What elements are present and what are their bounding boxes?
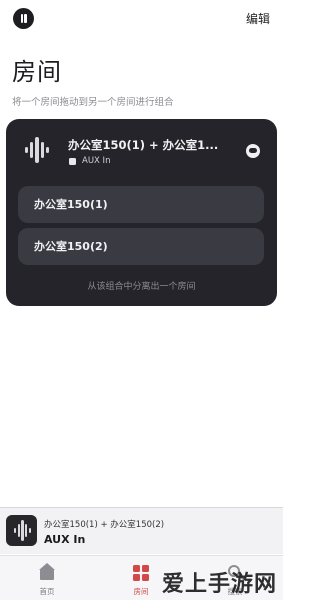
- ungroup-hint: 从该组合中分离出一个房间: [87, 282, 196, 292]
- room-item[interactable]: 办公室150(1): [18, 186, 264, 223]
- page-subtitle: 将一个房间拖动到另一个房间进行组合: [12, 97, 174, 108]
- pause-icon[interactable]: [13, 8, 34, 29]
- watermark: 爱上手游网: [161, 572, 277, 597]
- rooms-grid-icon: [132, 565, 150, 581]
- group-source-label: AUX In: [82, 156, 111, 166]
- group-title: 办公室150(1) + 办公室1...: [68, 138, 218, 152]
- tab-label: 首页: [39, 587, 55, 596]
- group-source: AUX In: [69, 155, 110, 167]
- cloud-icon[interactable]: [246, 144, 260, 158]
- now-playing-art-icon: [6, 515, 37, 546]
- edit-button[interactable]: 编辑: [246, 10, 270, 27]
- source-square-icon: [69, 157, 76, 165]
- room-item[interactable]: 办公室150(2): [18, 228, 264, 265]
- now-playing-bar[interactable]: 办公室150(1) + 办公室150(2) AUX In: [0, 507, 283, 554]
- top-bar: 编辑: [0, 0, 283, 36]
- speaker-wave-icon: [24, 137, 50, 163]
- tab-home[interactable]: 首页: [7, 556, 87, 600]
- now-playing-source: AUX In: [44, 533, 86, 546]
- page-title: 房间: [12, 58, 62, 86]
- room-group-card[interactable]: 办公室150(1) + 办公室1... AUX In 办公室150(1) 办公室…: [6, 119, 277, 306]
- home-icon: [38, 563, 56, 581]
- now-playing-rooms: 办公室150(1) + 办公室150(2): [44, 520, 165, 530]
